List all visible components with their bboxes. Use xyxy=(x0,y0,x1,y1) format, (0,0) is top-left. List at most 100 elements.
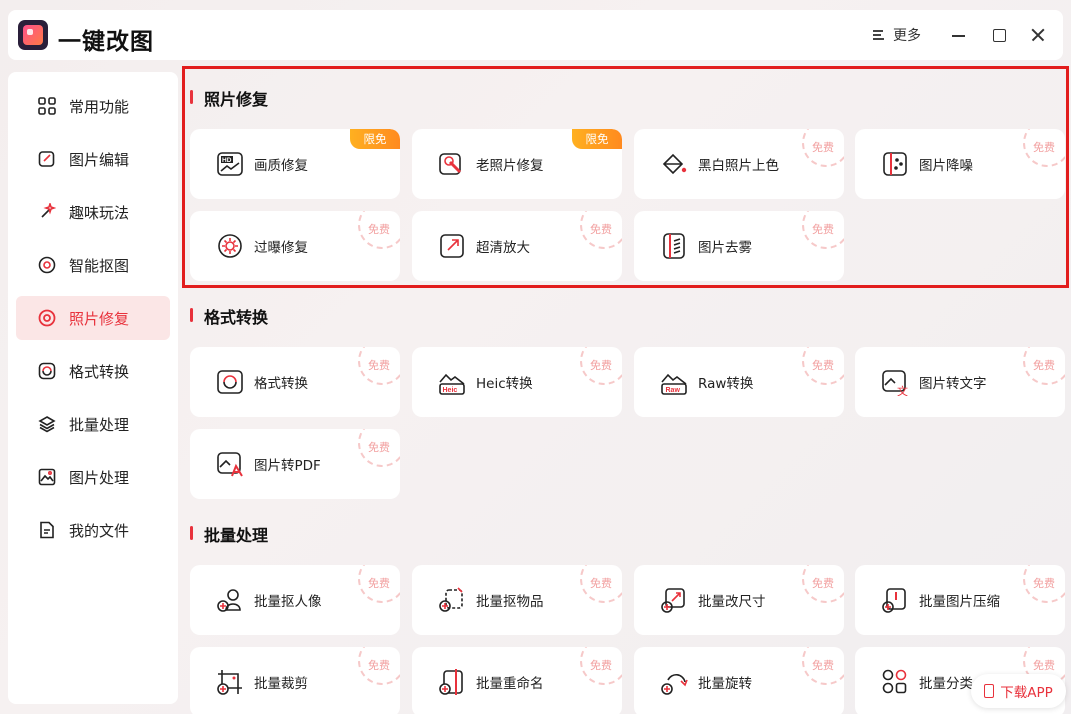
edit-icon xyxy=(38,150,56,168)
tool-card-label: 超清放大 xyxy=(476,240,530,256)
layers-icon xyxy=(38,415,56,433)
tool-card-label: Raw转换 xyxy=(698,376,754,392)
sidebar-item-label: 常用功能 xyxy=(69,97,130,116)
batch-rename-icon xyxy=(438,668,466,696)
tool-card[interactable]: 批量图片压缩 免费 xyxy=(855,565,1065,635)
sidebar-item-4[interactable]: 智能抠图 xyxy=(16,243,170,287)
paint-bucket-icon xyxy=(660,150,688,178)
tool-card[interactable]: 超清放大 免费 xyxy=(412,211,622,281)
download-app-button[interactable]: 下载APP xyxy=(971,674,1066,708)
wrench-photo-icon xyxy=(438,150,466,178)
sidebar-item-label: 趣味玩法 xyxy=(69,203,130,222)
tool-card-label: 批量抠人像 xyxy=(254,594,322,610)
sidebar-item-label: 我的文件 xyxy=(69,521,130,540)
enlarge-icon xyxy=(438,232,466,260)
phone-icon xyxy=(984,684,995,698)
sidebar-item-label: 格式转换 xyxy=(69,362,130,381)
free-badge: 免费 xyxy=(1023,347,1065,385)
free-badge: 免费 xyxy=(580,347,622,385)
sidebar-item-1[interactable]: 常用功能 xyxy=(16,84,170,128)
free-badge: 免费 xyxy=(358,347,400,385)
grid-icon xyxy=(38,97,56,115)
tool-card[interactable]: 批量旋转 免费 xyxy=(634,647,844,714)
svg-text:Raw: Raw xyxy=(666,387,681,394)
title-bar: 一键改图 更多 xyxy=(8,10,1063,60)
batch-resize-icon xyxy=(660,586,688,614)
sidebar-item-5[interactable]: 照片修复 xyxy=(16,296,170,340)
tool-card[interactable]: 文图片转文字 免费 xyxy=(855,347,1065,417)
dehaze-icon xyxy=(660,232,688,260)
minimize-button[interactable] xyxy=(948,25,968,45)
tool-card-label: 过曝修复 xyxy=(254,240,308,256)
free-badge: 免费 xyxy=(580,211,622,249)
tool-card[interactable]: 图片去雾 免费 xyxy=(634,211,844,281)
sidebar-item-label: 照片修复 xyxy=(69,309,130,328)
tool-card[interactable]: 图片转PDF 免费 xyxy=(190,429,400,499)
tool-card-label: 格式转换 xyxy=(254,376,308,392)
maximize-button[interactable] xyxy=(988,25,1008,45)
tool-card[interactable]: 黑白照片上色 免费 xyxy=(634,129,844,199)
repair-icon xyxy=(38,309,56,327)
tool-card[interactable]: 过曝修复 免费 xyxy=(190,211,400,281)
tool-card-label: 批量图片压缩 xyxy=(919,594,1000,610)
tool-card-label: 黑白照片上色 xyxy=(698,158,779,174)
tool-card[interactable]: 批量抠人像 免费 xyxy=(190,565,400,635)
tool-card-label: 图片降噪 xyxy=(919,158,973,174)
section-title: 格式转换 xyxy=(190,304,268,328)
tool-card[interactable]: 老照片修复 限免 xyxy=(412,129,622,199)
app-title: 一键改图 xyxy=(58,29,154,55)
free-badge: 免费 xyxy=(1023,565,1065,603)
tool-card-label: 批量旋转 xyxy=(698,676,752,692)
tool-card-label: 图片转文字 xyxy=(919,376,987,392)
tool-card[interactable]: HD 画质修复 限免 xyxy=(190,129,400,199)
sidebar-item-3[interactable]: 趣味玩法 xyxy=(16,190,170,234)
sidebar-item-9[interactable]: 我的文件 xyxy=(16,508,170,552)
sidebar-item-6[interactable]: 格式转换 xyxy=(16,349,170,393)
more-label: 更多 xyxy=(893,28,921,44)
app-logo-icon xyxy=(18,20,48,50)
tool-card[interactable]: 格式转换 免费 xyxy=(190,347,400,417)
raw-icon: Raw xyxy=(660,368,688,396)
free-badge: 免费 xyxy=(358,647,400,685)
free-badge: 免费 xyxy=(802,347,844,385)
tool-card[interactable]: Raw Raw转换 免费 xyxy=(634,347,844,417)
free-badge: 免费 xyxy=(802,565,844,603)
image-to-pdf-icon xyxy=(216,450,244,478)
sidebar-item-label: 图片处理 xyxy=(69,468,130,487)
menu-icon xyxy=(873,29,885,41)
tool-card[interactable]: 批量抠物品 免费 xyxy=(412,565,622,635)
tool-card-label: 批量裁剪 xyxy=(254,676,308,692)
tool-card-label: 图片转PDF xyxy=(254,458,321,474)
tool-card-label: 批量改尺寸 xyxy=(698,594,766,610)
sidebar-item-8[interactable]: 图片处理 xyxy=(16,455,170,499)
section-title: 照片修复 xyxy=(190,86,268,110)
sparkle-icon xyxy=(38,201,57,221)
convert-icon xyxy=(38,362,56,380)
tool-card-label: 批量分类 xyxy=(919,676,973,692)
section-title: 批量处理 xyxy=(190,522,268,546)
batch-classify-icon xyxy=(881,668,909,696)
batch-rotate-icon xyxy=(660,668,688,696)
limited-free-badge: 限免 xyxy=(350,129,400,149)
more-button[interactable]: 更多 xyxy=(873,24,921,46)
free-badge: 免费 xyxy=(802,129,844,167)
download-label: 下载APP xyxy=(1000,685,1053,701)
tool-card-label: 批量重命名 xyxy=(476,676,544,692)
tool-card[interactable]: Heic Heic转换 免费 xyxy=(412,347,622,417)
sidebar-item-7[interactable]: 批量处理 xyxy=(16,402,170,446)
limited-free-badge: 限免 xyxy=(572,129,622,149)
close-button[interactable] xyxy=(1028,25,1048,45)
svg-text:HD: HD xyxy=(222,157,232,164)
batch-object-icon xyxy=(438,586,466,614)
file-icon xyxy=(38,521,56,539)
tool-card-label: 画质修复 xyxy=(254,158,308,174)
tool-card[interactable]: 批量裁剪 免费 xyxy=(190,647,400,714)
heic-icon: Heic xyxy=(438,368,466,396)
free-badge: 免费 xyxy=(802,647,844,685)
tool-card[interactable]: 图片降噪 免费 xyxy=(855,129,1065,199)
tool-card-label: Heic转换 xyxy=(476,376,533,392)
sidebar-item-2[interactable]: 图片编辑 xyxy=(16,137,170,181)
tool-card[interactable]: 批量重命名 免费 xyxy=(412,647,622,714)
tool-card[interactable]: 批量改尺寸 免费 xyxy=(634,565,844,635)
sidebar-item-label: 图片编辑 xyxy=(69,150,130,169)
